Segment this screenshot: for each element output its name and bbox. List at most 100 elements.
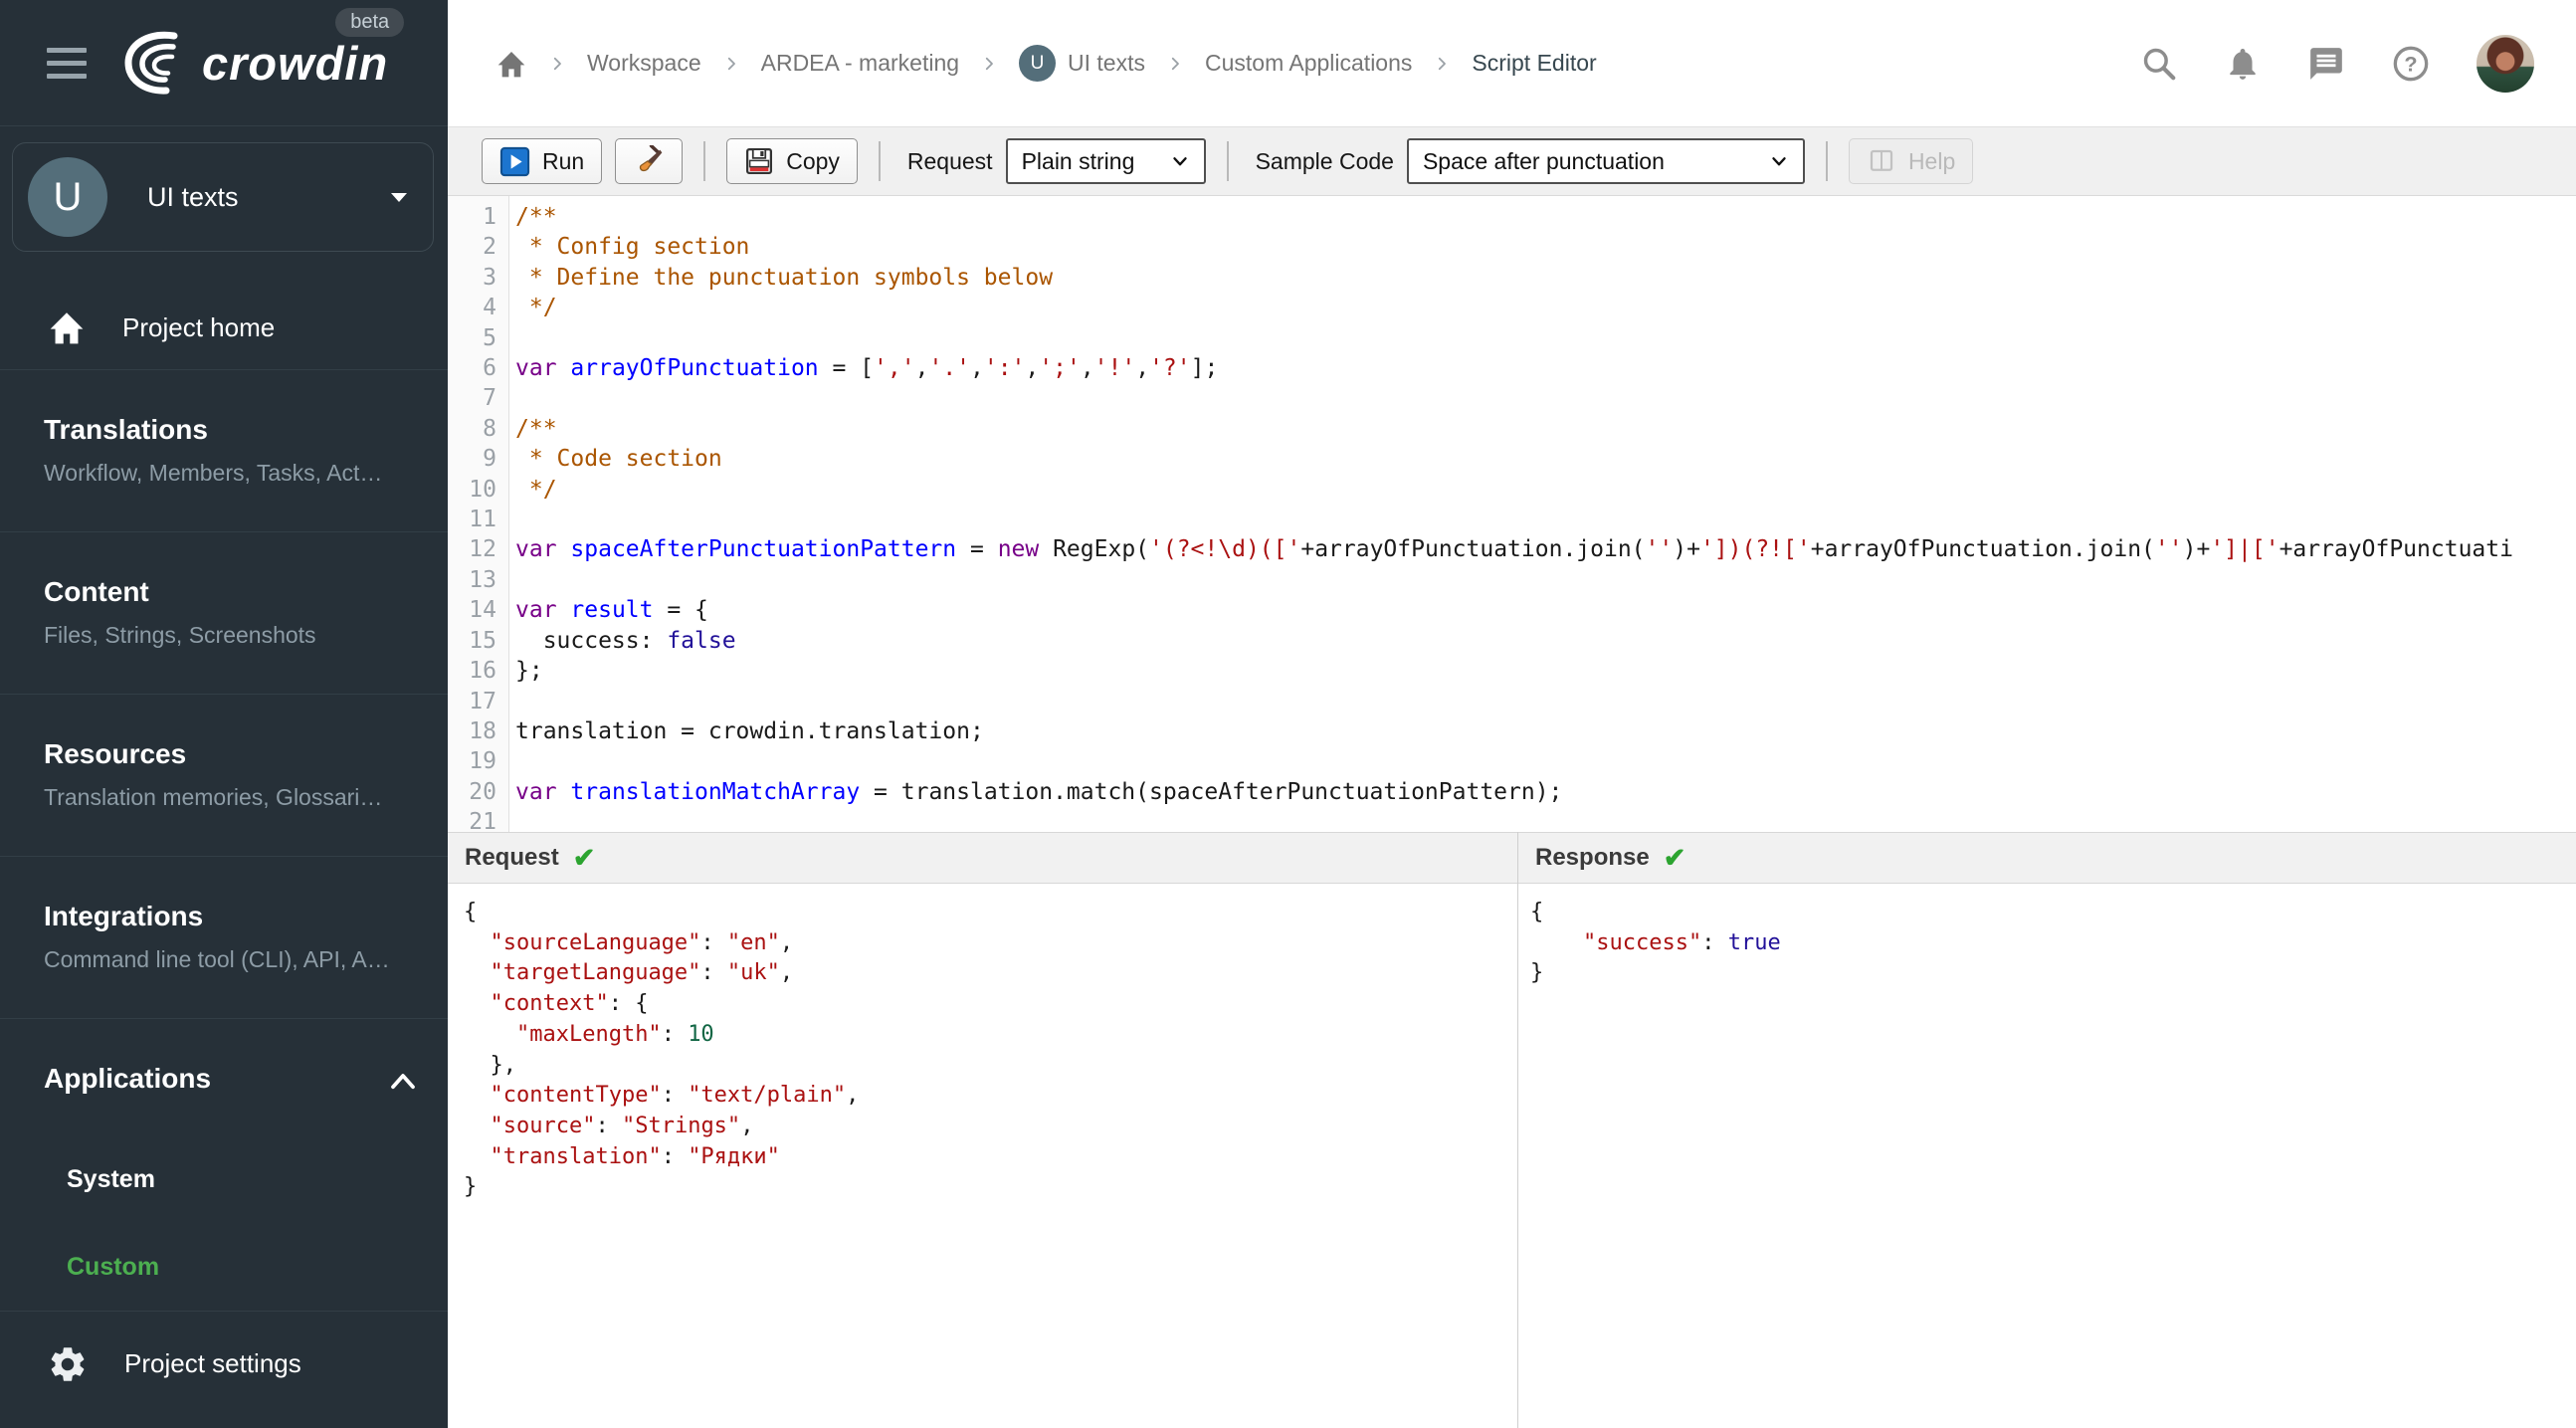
svg-text:?: ? bbox=[2404, 51, 2417, 76]
line-number: 16 bbox=[469, 658, 496, 685]
breadcrumb-chevron-icon bbox=[727, 57, 735, 70]
line-number: 20 bbox=[469, 778, 496, 805]
sidebar-item-applications-system[interactable]: System bbox=[0, 1135, 448, 1223]
sidebar-item-applications[interactable]: Applications bbox=[0, 1018, 448, 1135]
toolbar-separator bbox=[1226, 141, 1229, 181]
run-button[interactable]: Run bbox=[482, 138, 603, 184]
breadcrumb-item-ardea-marketing[interactable]: ARDEA - marketing bbox=[761, 50, 959, 77]
app-root: crowdin beta U UI texts Project home Tra… bbox=[0, 0, 2576, 1428]
sidebar: crowdin beta U UI texts Project home Tra… bbox=[0, 0, 448, 1428]
request-panel: Request ✔ { "sourceLanguage": "en", "tar… bbox=[448, 832, 1517, 1428]
line-number: 2 bbox=[483, 234, 496, 261]
code-line: /** bbox=[515, 415, 557, 442]
line-number: 17 bbox=[469, 688, 496, 714]
project-avatar: U bbox=[28, 157, 107, 237]
hamburger-menu-icon[interactable] bbox=[47, 47, 87, 79]
gear-icon bbox=[51, 1346, 85, 1381]
sidebar-item-translations[interactable]: Translations Workflow, Members, Tasks, Ac… bbox=[0, 369, 448, 531]
request-json[interactable]: { "sourceLanguage": "en", "targetLanguag… bbox=[448, 884, 1517, 1428]
code-line: */ bbox=[515, 476, 557, 503]
book-icon bbox=[1870, 149, 1893, 171]
breadcrumb-item-script-editor: Script Editor bbox=[1472, 50, 1596, 77]
success-check-icon: ✔ bbox=[1663, 842, 1686, 873]
copy-button[interactable]: Copy bbox=[726, 138, 858, 184]
search-icon[interactable] bbox=[2140, 45, 2178, 83]
toolbar-separator bbox=[1825, 141, 1828, 181]
line-number: 9 bbox=[483, 446, 496, 473]
section-subtitle: Files, Strings, Screenshots bbox=[44, 622, 316, 648]
applications-title: Applications bbox=[44, 1063, 212, 1094]
line-number: 11 bbox=[469, 507, 496, 533]
request-json-line: "contentType": "text/plain", bbox=[490, 1083, 860, 1109]
sidebar-item-content[interactable]: Content Files, Strings, Screenshots bbox=[0, 531, 448, 694]
code-line: var spaceAfterPunctuationPattern = new R… bbox=[515, 536, 2513, 563]
sidebar-item-integrations[interactable]: Integrations Command line tool (CLI), API… bbox=[0, 856, 448, 1018]
breadcrumb-chevron-icon bbox=[553, 57, 561, 70]
breadcrumb-label: Script Editor bbox=[1472, 50, 1597, 76]
code-line: var translationMatchArray = translation.… bbox=[515, 778, 1563, 805]
notifications-bell-icon[interactable] bbox=[2224, 45, 2262, 83]
sidebar-item-resources[interactable]: Resources Translation memories, Glossari… bbox=[0, 694, 448, 856]
help-button[interactable]: Help bbox=[1848, 138, 1974, 184]
line-number: 13 bbox=[469, 566, 496, 593]
section-title: Translations bbox=[44, 414, 208, 445]
breadcrumb-item-ui-texts[interactable]: U UI texts bbox=[1019, 45, 1145, 82]
breadcrumb-chevron-icon bbox=[1171, 57, 1179, 70]
breadcrumb-item-workspace[interactable]: Workspace bbox=[587, 50, 701, 77]
section-title: Integrations bbox=[44, 901, 204, 931]
toolbar-separator bbox=[878, 141, 881, 181]
line-number: 12 bbox=[469, 536, 496, 563]
code-line: success: false bbox=[515, 627, 736, 654]
breadcrumb-item-custom-applications[interactable]: Custom Applications bbox=[1205, 50, 1412, 77]
messages-chat-icon[interactable] bbox=[2307, 45, 2345, 83]
line-number: 3 bbox=[483, 264, 496, 291]
code-line: var arrayOfPunctuation = [',','.',':',';… bbox=[515, 355, 1219, 382]
chevron-down-icon bbox=[1772, 157, 1786, 166]
sidebar-item-project-settings[interactable]: Project settings bbox=[0, 1311, 448, 1416]
section-subtitle: Command line tool (CLI), API, A… bbox=[44, 946, 390, 972]
sidebar-item-label: Project home bbox=[122, 311, 276, 342]
section-subtitle: Translation memories, Glossari… bbox=[44, 784, 383, 810]
editor-line-numbers: 1 2 3 4 5 6 7 8 9 10 11 12 13 14 15 16 17 18 19 20 21 bbox=[448, 196, 509, 832]
help-label: Help bbox=[1907, 147, 1956, 174]
sample-code-select[interactable]: Space after punctuation bbox=[1406, 138, 1805, 184]
sidebar-item-applications-custom[interactable]: Custom bbox=[0, 1223, 448, 1311]
line-number: 18 bbox=[469, 717, 496, 744]
section-subtitle: Workflow, Members, Tasks, Act… bbox=[44, 460, 383, 486]
response-json: { "success": true} bbox=[1518, 884, 2576, 1428]
breadcrumb-chevron-icon bbox=[985, 57, 993, 70]
request-type-select[interactable]: Plain string bbox=[1005, 138, 1206, 184]
sample-code-label: Sample Code bbox=[1255, 147, 1394, 174]
response-json-line: { bbox=[1530, 900, 1544, 924]
breadcrumb-label: Workspace bbox=[587, 50, 701, 76]
request-type-value: Plain string bbox=[1021, 147, 1135, 174]
format-code-button[interactable] bbox=[615, 138, 684, 184]
line-number: 1 bbox=[483, 204, 496, 230]
breadcrumb-chevron-icon bbox=[1439, 57, 1447, 70]
code-line: translation = crowdin.translation; bbox=[515, 717, 984, 744]
project-selector[interactable]: U UI texts bbox=[12, 142, 434, 252]
line-number: 15 bbox=[469, 627, 496, 654]
copy-label: Copy bbox=[786, 147, 840, 174]
response-panel-title: Response bbox=[1535, 844, 1650, 871]
breadcrumb-label: ARDEA - marketing bbox=[760, 50, 960, 76]
request-json-line: "context": { bbox=[490, 991, 649, 1017]
help-question-icon[interactable]: ? bbox=[2391, 44, 2431, 84]
sidebar-header: crowdin beta bbox=[0, 0, 448, 126]
code-line: }; bbox=[515, 658, 543, 685]
breadcrumb-label: UI texts bbox=[1068, 50, 1145, 76]
request-panel-title: Request bbox=[465, 844, 559, 871]
code-editor[interactable]: 1 2 3 4 5 6 7 8 9 10 11 12 13 14 15 16 17 18 19 20 21 /** * … bbox=[448, 196, 2576, 832]
editor-code[interactable]: /** * Config section * Define the punctu… bbox=[509, 196, 2576, 832]
breadcrumb-home[interactable] bbox=[495, 49, 527, 79]
crowdin-logo[interactable]: crowdin beta bbox=[116, 8, 405, 96]
user-avatar[interactable] bbox=[2477, 34, 2534, 93]
request-json-line: }, bbox=[464, 1052, 516, 1078]
breadcrumb-label: Custom Applications bbox=[1205, 50, 1413, 76]
section-title: Content bbox=[44, 576, 149, 607]
breadcrumb-project-avatar: U bbox=[1019, 45, 1057, 82]
sidebar-item-project-home[interactable]: Project home bbox=[0, 286, 448, 369]
